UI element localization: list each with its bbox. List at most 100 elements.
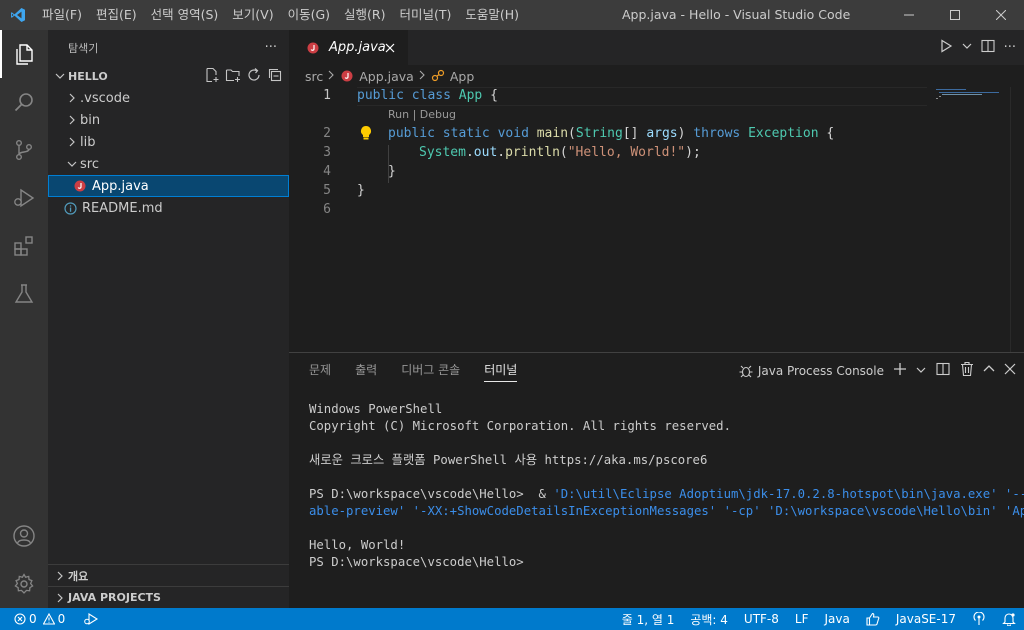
java-version[interactable]: JavaSE-17 [888, 608, 964, 630]
split-terminal-icon [936, 362, 950, 376]
terminal-blank [309, 520, 1009, 537]
feedback-button[interactable] [858, 608, 888, 630]
menu-terminal[interactable]: 터미널(T) [393, 0, 459, 30]
editor-scrollbar[interactable] [1010, 87, 1024, 352]
end-of-line[interactable]: LF [787, 608, 817, 630]
activity-accounts[interactable] [0, 512, 48, 560]
code-token: args [646, 126, 678, 141]
thumbs-up-icon [866, 612, 880, 626]
problems-status[interactable]: 0 0 [14, 612, 65, 626]
activity-extensions[interactable] [0, 222, 48, 270]
tree-item-src[interactable]: src [48, 153, 289, 175]
terminal-output[interactable]: Windows PowerShell Copyright (C) Microso… [309, 401, 1024, 571]
code-token: class [411, 88, 451, 103]
terminal-profiles-dropdown[interactable] [916, 364, 926, 378]
status-right: 줄 1, 열 1 공백: 4 UTF-8 LF Java JavaSE-17 [614, 608, 1024, 630]
outline-section-header[interactable]: 개요 [48, 564, 289, 586]
run-java-button[interactable] [938, 38, 954, 58]
cursor-position[interactable]: 줄 1, 열 1 [614, 608, 683, 630]
tab-app-java[interactable]: App.java [289, 30, 408, 65]
activity-run-debug[interactable] [0, 174, 48, 222]
terminal-prompt: PS D:\workspace\vscode\Hello> & [309, 487, 554, 501]
close-panel-button[interactable] [1004, 363, 1016, 378]
class-symbol-icon [430, 68, 446, 84]
activity-manage[interactable] [0, 560, 48, 608]
maximize-button[interactable] [932, 0, 978, 30]
menu-run[interactable]: 실행(R) [337, 0, 392, 30]
menu-help[interactable]: 도움말(H) [458, 0, 526, 30]
run-debug-icon [14, 188, 35, 208]
minimize-button[interactable] [886, 0, 932, 30]
kill-terminal-button[interactable] [960, 361, 974, 380]
tree-item-lib[interactable]: lib [48, 131, 289, 153]
project-section-header[interactable]: HELLO [48, 65, 289, 87]
tab-problems[interactable]: 문제 [309, 353, 331, 388]
tree-item-vscode[interactable]: .vscode [48, 87, 289, 109]
menu-view[interactable]: 보기(V) [225, 0, 280, 30]
tab-close-button[interactable] [382, 40, 398, 56]
tab-terminal[interactable]: 터미널 [484, 353, 518, 388]
refresh-icon [248, 67, 260, 81]
new-folder-button[interactable] [225, 67, 241, 86]
code-token: System [419, 145, 466, 160]
activity-explorer[interactable] [0, 30, 48, 78]
collapse-all-button[interactable] [267, 67, 283, 86]
chevron-right-icon [52, 571, 68, 581]
chevron-down-icon [916, 367, 926, 373]
lightbulb-icon[interactable] [359, 125, 373, 141]
encoding[interactable]: UTF-8 [736, 608, 787, 630]
breadcrumb-src[interactable]: src [305, 69, 323, 84]
more-editor-actions-button[interactable]: ··· [1004, 40, 1016, 55]
close-window-button[interactable] [978, 0, 1024, 30]
refresh-button[interactable] [246, 67, 262, 86]
more-actions-button[interactable]: ··· [265, 40, 277, 55]
activity-testing[interactable] [0, 270, 48, 318]
tab-debug-console[interactable]: 디버그 콘솔 [401, 353, 460, 388]
source-control-icon [15, 140, 32, 161]
minimap[interactable] [936, 88, 1002, 100]
close-icon [385, 43, 395, 53]
tab-output[interactable]: 출력 [355, 353, 377, 388]
activity-bar [0, 30, 48, 608]
code-line-4: } [388, 164, 396, 179]
split-terminal-button[interactable] [935, 361, 951, 380]
notifications-button[interactable] [994, 608, 1024, 630]
new-terminal-button[interactable] [893, 362, 907, 379]
code-token: void [497, 126, 529, 141]
activity-search[interactable] [0, 78, 48, 126]
run-debug-codelens[interactable]: Run | Debug [388, 108, 456, 121]
error-icon [14, 613, 26, 625]
menu-edit[interactable]: 편집(E) [89, 0, 144, 30]
live-share-button[interactable] [83, 612, 99, 626]
terminal-line: able-preview' '-XX:+ShowCodeDetailsInExc… [309, 504, 1024, 518]
activity-source-control[interactable] [0, 126, 48, 174]
new-folder-icon [225, 68, 240, 82]
chevron-right-icon [64, 115, 80, 125]
java-projects-label: JAVA PROJECTS [68, 591, 161, 604]
new-file-button[interactable] [204, 67, 220, 86]
maximize-panel-button[interactable] [983, 363, 995, 378]
terminal-args: 'D:\util\Eclipse Adoptium\jdk-17.0.2.8-h… [553, 487, 1024, 501]
code-editor[interactable]: 1 2 3 4 5 6 public class App { Run | Deb… [289, 87, 1024, 352]
bottom-panel: 문제 출력 디버그 콘솔 터미널 Java Process Console Wi… [289, 352, 1024, 608]
chevron-right-icon [64, 137, 80, 147]
tree-item-app-java[interactable]: App.java [48, 175, 289, 197]
breadcrumb-app-java[interactable]: App.java [359, 69, 414, 84]
tree-item-bin[interactable]: bin [48, 109, 289, 131]
indentation[interactable]: 공백: 4 [682, 608, 736, 630]
tree-item-readme[interactable]: README.md [48, 197, 289, 219]
terminal-selector[interactable]: Java Process Console [738, 363, 884, 379]
explorer-header: 탐색기 ··· [48, 30, 289, 65]
menu-file[interactable]: 파일(F) [35, 0, 89, 30]
trash-icon [961, 361, 973, 377]
run-options-dropdown[interactable] [962, 40, 972, 55]
menu-selection[interactable]: 선택 영역(S) [144, 0, 226, 30]
extensions-icon [14, 236, 33, 256]
accounts-status[interactable] [964, 608, 994, 630]
menu-go[interactable]: 이동(G) [281, 0, 337, 30]
java-projects-section-header[interactable]: JAVA PROJECTS [48, 586, 289, 608]
breadcrumb-app-class[interactable]: App [450, 69, 474, 84]
language-mode[interactable]: Java [816, 608, 857, 630]
title-bar: 파일(F) 편집(E) 선택 영역(S) 보기(V) 이동(G) 실행(R) 터… [0, 0, 1024, 30]
split-editor-button[interactable] [980, 38, 996, 58]
